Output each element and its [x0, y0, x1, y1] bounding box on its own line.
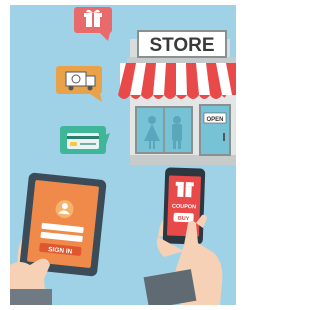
coupon-label: COUPON [172, 204, 196, 211]
phone-hand: COUPON BUY [143, 167, 223, 305]
store-awning [118, 63, 236, 99]
tablet-hand: SIGN IN [10, 172, 107, 305]
tablet-screen [27, 180, 99, 268]
store-window [135, 106, 193, 154]
store-door: OPEN [199, 104, 231, 156]
delivery-bubble [56, 66, 102, 102]
gift-bubble [74, 7, 112, 41]
store-sign: STORE [137, 30, 227, 58]
card-bubble [60, 126, 110, 154]
buy-button-label: BUY [178, 216, 190, 222]
shopping-illustration: STORE OPEN SIGN IN COUPON BUY [10, 7, 236, 305]
phone-gift-icon [175, 181, 194, 198]
illustration-frame: STORE OPEN SIGN IN COUPON BUY [10, 5, 236, 305]
open-sign-text: OPEN [206, 117, 223, 123]
credit-card-icon [67, 133, 99, 149]
store-sign-text: STORE [149, 35, 214, 56]
